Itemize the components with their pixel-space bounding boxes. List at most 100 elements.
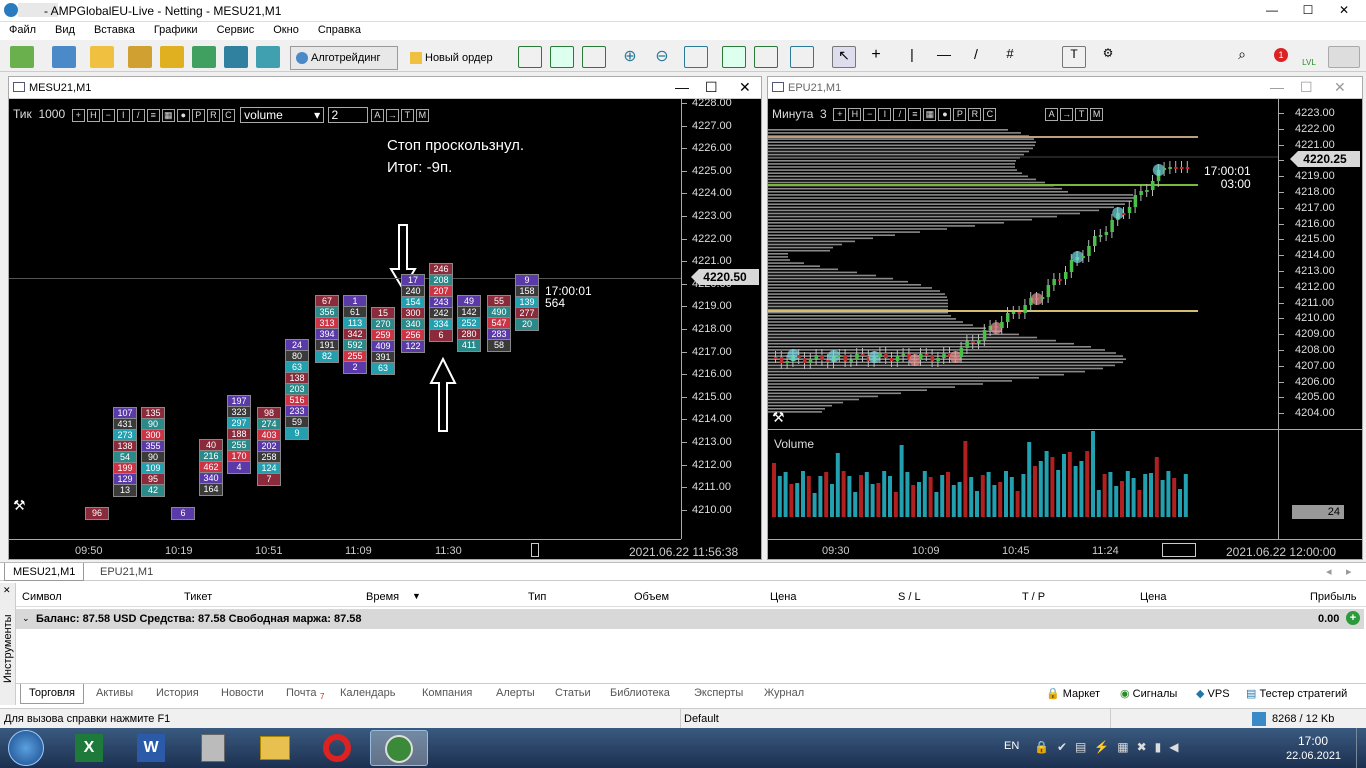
- templates-icon[interactable]: [790, 46, 814, 68]
- menu-help[interactable]: Справка: [309, 22, 371, 36]
- line-chart-icon[interactable]: [582, 46, 606, 68]
- tab-assets[interactable]: Активы: [96, 687, 133, 699]
- tab-alerts[interactable]: Алерты: [496, 687, 535, 699]
- fibo-icon[interactable]: #: [998, 46, 1022, 68]
- autoscroll-icon[interactable]: [722, 46, 746, 68]
- header-price[interactable]: Цена: [770, 591, 796, 603]
- profile-name[interactable]: Default: [684, 713, 719, 725]
- tile-windows-icon[interactable]: [684, 46, 708, 68]
- horizontal-line-icon[interactable]: —: [932, 46, 956, 68]
- tester-icon[interactable]: [224, 46, 248, 68]
- tab-experts[interactable]: Эксперты: [694, 687, 743, 699]
- m-button[interactable]: M: [1090, 108, 1104, 122]
- right-close-button[interactable]: ✕: [1334, 79, 1346, 96]
- market-watch-icon[interactable]: [90, 46, 114, 68]
- chart-shift-icon[interactable]: [754, 46, 778, 68]
- left-maximize-button[interactable]: ☐: [705, 79, 718, 96]
- clock-time[interactable]: 17:00: [1298, 734, 1328, 748]
- show-desktop-button[interactable]: [1356, 728, 1366, 768]
- candle-chart-icon[interactable]: [550, 46, 574, 68]
- p-button[interactable]: P: [953, 108, 967, 122]
- arrow-button[interactable]: →: [1060, 108, 1074, 122]
- right-maximize-button[interactable]: ☐: [1300, 79, 1313, 96]
- header-price2[interactable]: Цена: [1140, 591, 1166, 603]
- left-chart-window[interactable]: MESU21,M1 — ☐ ✕ Тик 1000 + H − I / ≡ ▦ ● P R C vol…: [8, 76, 762, 560]
- menu-charts[interactable]: Графики: [145, 22, 208, 36]
- new-chart-icon[interactable]: [10, 46, 34, 68]
- text-tool-icon[interactable]: T: [1062, 46, 1086, 68]
- navigator-icon[interactable]: [160, 46, 184, 68]
- terminal-window-icon[interactable]: [1328, 46, 1360, 68]
- excel-button[interactable]: X: [60, 730, 118, 766]
- tab-trade[interactable]: Торговля: [20, 684, 84, 704]
- search-tool-icon[interactable]: ⌕: [1230, 46, 1254, 68]
- new-order-button[interactable]: Новый ордер: [404, 46, 504, 70]
- explorer-button[interactable]: [246, 730, 304, 766]
- maximize-button[interactable]: ☐: [1290, 0, 1326, 20]
- t-button[interactable]: T: [1075, 108, 1089, 122]
- header-ticket[interactable]: Тикет: [184, 591, 212, 603]
- tab-mail[interactable]: Почта: [286, 687, 317, 699]
- trend-line-icon[interactable]: /: [964, 46, 988, 68]
- lvl-icon[interactable]: LVL: [1296, 46, 1322, 68]
- tab-library[interactable]: Библиотека: [610, 687, 670, 699]
- tab-epu21[interactable]: EPU21,M1: [92, 563, 161, 581]
- metatrader-button[interactable]: [370, 730, 428, 766]
- cursor-icon[interactable]: ↖: [832, 46, 856, 68]
- terminal-icon[interactable]: [192, 46, 216, 68]
- tab-history[interactable]: История: [156, 687, 199, 699]
- minus-button[interactable]: −: [863, 108, 877, 122]
- search-icon[interactable]: [256, 46, 280, 68]
- header-time[interactable]: Время: [366, 591, 399, 603]
- header-sl[interactable]: S / L: [898, 591, 921, 603]
- right-chart-window[interactable]: EPU21,M1 — ☐ ✕ Минута 3 + H − I / ≡ ▦ ● P R C A → T M…: [767, 76, 1363, 560]
- tab-company[interactable]: Компания: [422, 687, 472, 699]
- scroll-marker[interactable]: [531, 543, 539, 557]
- bar-chart-icon[interactable]: [518, 46, 542, 68]
- menu-insert[interactable]: Вставка: [85, 22, 145, 36]
- signals-link[interactable]: ◉ Сигналы: [1120, 687, 1177, 700]
- alerts-icon[interactable]: 1: [1260, 46, 1290, 68]
- close-button[interactable]: ✕: [1326, 0, 1362, 20]
- start-button[interactable]: [8, 730, 44, 766]
- minimize-button[interactable]: —: [1254, 0, 1290, 20]
- lines-button[interactable]: ≡: [908, 108, 922, 122]
- balance-row[interactable]: ⌄ Баланс: 87.58 USD Средства: 87.58 Своб…: [16, 609, 1364, 629]
- close-panel-icon[interactable]: ✕: [3, 585, 11, 596]
- menu-tools[interactable]: Сервис: [208, 22, 265, 36]
- tabs-scroll-right[interactable]: ▸: [1346, 565, 1352, 578]
- clock-date[interactable]: 22.06.2021: [1286, 750, 1341, 762]
- tools-icon[interactable]: ⚒: [13, 497, 26, 514]
- opera-button[interactable]: [308, 730, 366, 766]
- tray-icons[interactable]: 🔒✔▤⚡▦✖▮◀: [1034, 740, 1234, 756]
- r-button[interactable]: R: [968, 108, 982, 122]
- algo-trading-button[interactable]: Алготрейдинг: [290, 46, 398, 70]
- tab-news[interactable]: Новости: [221, 687, 264, 699]
- tab-journal[interactable]: Журнал: [764, 687, 804, 699]
- calculator-button[interactable]: [184, 730, 242, 766]
- left-close-button[interactable]: ✕: [739, 79, 751, 96]
- tester-link[interactable]: ▤ Тестер стратегий: [1246, 687, 1347, 700]
- profiles-icon[interactable]: [52, 46, 76, 68]
- left-minimize-button[interactable]: —: [675, 79, 689, 95]
- left-chart-area[interactable]: Тик 1000 + H − I / ≡ ▦ ● P R C volume ▾ 2 A → T M Стоп…: [9, 97, 761, 559]
- vertical-line-icon[interactable]: |: [900, 46, 924, 68]
- header-symbol[interactable]: Символ: [22, 591, 62, 603]
- traffic-text[interactable]: 8268 / 12 Kb: [1272, 713, 1334, 725]
- i-button[interactable]: I: [878, 108, 892, 122]
- add-icon[interactable]: +: [1346, 611, 1360, 625]
- tab-calendar[interactable]: Календарь: [340, 687, 396, 699]
- menu-window[interactable]: Окно: [264, 22, 309, 36]
- header-profit[interactable]: Прибыль: [1310, 591, 1357, 603]
- vps-link[interactable]: ◆ VPS: [1196, 687, 1230, 700]
- data-window-icon[interactable]: [128, 46, 152, 68]
- zoom-out-icon[interactable]: ⊖: [650, 46, 674, 68]
- language-indicator[interactable]: EN: [1004, 740, 1019, 752]
- right-minimize-button[interactable]: —: [1270, 79, 1284, 95]
- word-button[interactable]: W: [122, 730, 180, 766]
- grid-button[interactable]: ▦: [923, 108, 937, 122]
- circle-button[interactable]: ●: [938, 108, 952, 122]
- crosshair-icon[interactable]: +: [864, 46, 888, 68]
- plus-button[interactable]: +: [833, 108, 847, 122]
- a-button[interactable]: A: [1045, 108, 1059, 122]
